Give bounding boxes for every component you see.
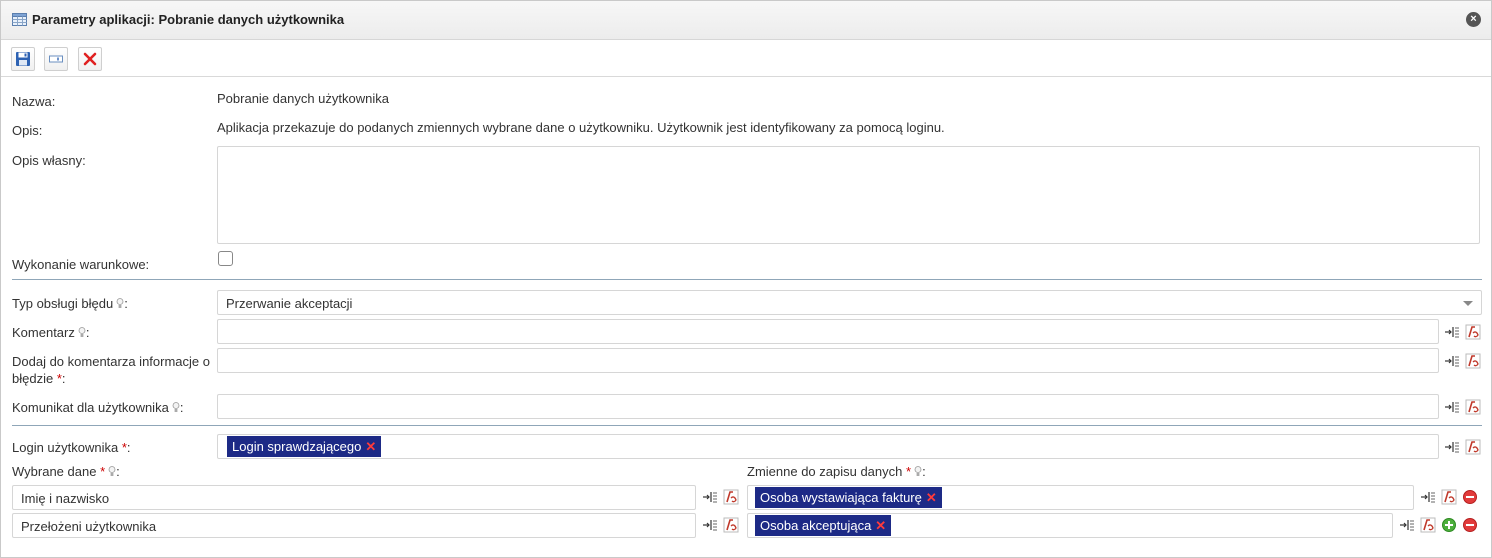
- variable-tag-text: Osoba akceptująca: [760, 518, 872, 533]
- insert-variable-icon[interactable]: [1399, 517, 1415, 533]
- section-divider: [12, 425, 1482, 426]
- lightbulb-icon: [78, 327, 86, 337]
- insert-variable-icon[interactable]: [1444, 399, 1460, 415]
- required-marker: *: [121, 440, 127, 455]
- save-button[interactable]: [11, 47, 35, 71]
- variable-field[interactable]: Osoba wystawiająca fakturę ✕: [747, 485, 1414, 510]
- login-tag: Login sprawdzającego ✕: [227, 436, 382, 457]
- function-icon[interactable]: [1441, 489, 1457, 505]
- lightbulb-icon: [172, 402, 180, 412]
- variables-label: Zmienne do zapisu danych *:: [747, 464, 926, 479]
- chevron-down-icon: [1463, 301, 1473, 306]
- conditional-label: Wykonanie warunkowe:: [12, 257, 150, 272]
- function-icon[interactable]: [1465, 324, 1481, 340]
- title-bar: Parametry aplikacji: Pobranie danych uży…: [1, 1, 1491, 40]
- function-icon[interactable]: [723, 517, 739, 533]
- name-label: Nazwa:: [12, 94, 56, 109]
- remove-row-icon[interactable]: [1462, 489, 1478, 505]
- error-type-value: Przerwanie akceptacji: [226, 296, 353, 311]
- delete-button[interactable]: [78, 47, 102, 71]
- add-to-comment-label-text: Dodaj do komentarza informacje o błędzie: [12, 354, 210, 386]
- selected-data-value: Przełożeni użytkownika: [21, 519, 157, 534]
- delete-icon: [83, 52, 97, 66]
- function-icon[interactable]: [1465, 353, 1481, 369]
- function-icon[interactable]: [1465, 399, 1481, 415]
- function-icon[interactable]: [1465, 439, 1481, 455]
- field-button[interactable]: [44, 47, 68, 71]
- variable-field[interactable]: Osoba akceptująca ✕: [747, 513, 1393, 538]
- remove-row-icon[interactable]: [1462, 517, 1478, 533]
- error-type-label-text: Typ obsługi błędu: [12, 296, 114, 311]
- login-tag-text: Login sprawdzającego: [232, 439, 362, 454]
- required-marker: *: [906, 464, 912, 479]
- lightbulb-icon: [914, 466, 922, 476]
- field-icon: [49, 55, 63, 63]
- add-row-icon[interactable]: [1441, 517, 1457, 533]
- insert-variable-icon[interactable]: [1444, 353, 1460, 369]
- lightbulb-icon: [108, 466, 116, 476]
- variable-tag: Osoba wystawiająca fakturę ✕: [755, 487, 942, 508]
- window-title: Parametry aplikacji: Pobranie danych uży…: [32, 12, 345, 27]
- insert-variable-icon[interactable]: [1444, 439, 1460, 455]
- insert-variable-icon[interactable]: [702, 517, 718, 533]
- user-message-label: Komunikat dla użytkownika:: [12, 400, 184, 415]
- insert-variable-icon[interactable]: [1420, 489, 1436, 505]
- own-description-label: Opis własny:: [12, 153, 86, 168]
- comment-label: Komentarz:: [12, 325, 90, 340]
- close-button[interactable]: ×: [1466, 12, 1481, 27]
- remove-tag-icon[interactable]: ✕: [365, 439, 376, 454]
- error-type-select[interactable]: Przerwanie akceptacji: [217, 290, 1482, 315]
- selected-data-field[interactable]: Imię i nazwisko: [12, 485, 696, 510]
- variable-tag-text: Osoba wystawiająca fakturę: [760, 490, 922, 505]
- required-marker: *: [100, 464, 106, 479]
- comment-input[interactable]: [217, 319, 1439, 344]
- lightbulb-icon: [116, 298, 124, 308]
- toolbar-separator: [1, 76, 1491, 77]
- insert-variable-icon[interactable]: [1444, 324, 1460, 340]
- required-marker: *: [56, 371, 62, 386]
- login-label: Login użytkownika *:: [12, 440, 131, 455]
- description-value: Aplikacja przekazuje do podanych zmienny…: [217, 120, 945, 135]
- remove-tag-icon[interactable]: ✕: [926, 490, 937, 505]
- insert-variable-icon[interactable]: [702, 489, 718, 505]
- function-icon[interactable]: [723, 489, 739, 505]
- add-to-comment-label: Dodaj do komentarza informacje o błędzie…: [12, 354, 210, 386]
- user-message-input[interactable]: [217, 394, 1439, 419]
- variable-tag: Osoba akceptująca ✕: [755, 515, 892, 536]
- error-type-label: Typ obsługi błędu:: [12, 296, 128, 311]
- remove-tag-icon[interactable]: ✕: [875, 518, 886, 533]
- variables-label-text: Zmienne do zapisu danych: [747, 464, 903, 479]
- close-icon: ×: [1470, 13, 1477, 25]
- selected-data-field[interactable]: Przełożeni użytkownika: [12, 513, 696, 538]
- description-label: Opis:: [12, 123, 43, 138]
- name-value: Pobranie danych użytkownika: [217, 91, 389, 106]
- table-icon: [12, 13, 27, 26]
- own-description-textarea[interactable]: [217, 146, 1480, 244]
- section-divider: [12, 279, 1482, 280]
- login-field[interactable]: Login sprawdzającego ✕: [217, 434, 1439, 459]
- selected-data-value: Imię i nazwisko: [21, 491, 110, 506]
- dialog-window: Parametry aplikacji: Pobranie danych uży…: [0, 0, 1492, 558]
- save-icon: [16, 52, 30, 66]
- selected-data-label-text: Wybrane dane: [12, 464, 97, 479]
- selected-data-label: Wybrane dane *:: [12, 464, 120, 479]
- conditional-checkbox[interactable]: [218, 251, 233, 266]
- user-message-label-text: Komunikat dla użytkownika: [12, 400, 169, 415]
- function-icon[interactable]: [1420, 517, 1436, 533]
- login-label-text: Login użytkownika: [12, 440, 119, 455]
- comment-label-text: Komentarz: [12, 325, 75, 340]
- add-to-comment-input[interactable]: [217, 348, 1439, 373]
